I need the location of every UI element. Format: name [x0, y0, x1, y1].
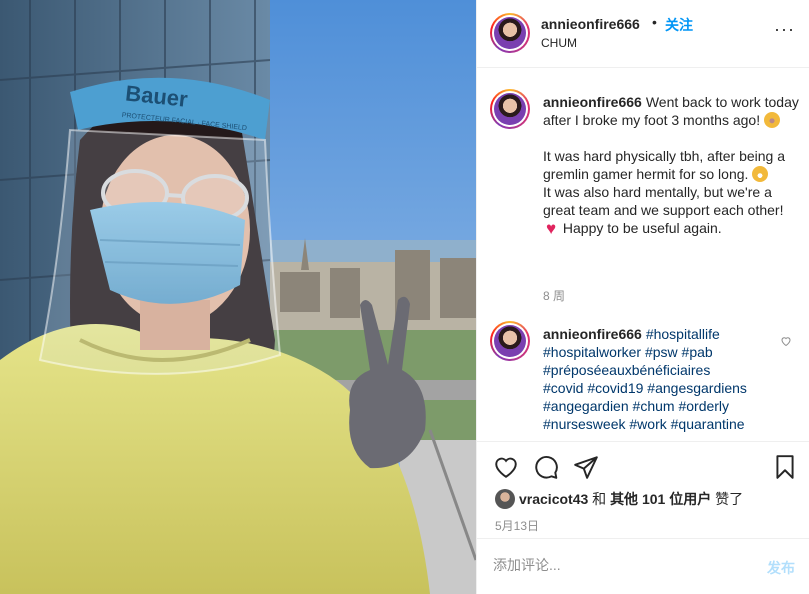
sweat-smile-emoji-icon: [752, 166, 769, 182]
post-header: annieonfire666 • 关注 CHUM ···: [477, 0, 809, 68]
hashtag-link[interactable]: #nursesweek: [543, 416, 626, 432]
likes-and: 和: [592, 491, 607, 507]
hashtag-link[interactable]: #covid: [543, 380, 583, 396]
caption-username[interactable]: annieonfire666: [543, 94, 642, 110]
caption-text: annieonfire666 Went back to work today af…: [543, 93, 801, 237]
caption-time[interactable]: 8 周: [543, 287, 565, 304]
like-comment-heart-icon[interactable]: [780, 335, 792, 347]
hashtag-link[interactable]: #quarantine: [671, 416, 745, 432]
bookmark-icon[interactable]: [772, 454, 798, 480]
post-actions: vracicot43 和 其他 101 位用户 赞了 5月13日 发布: [477, 441, 809, 594]
caption-line-3: It was also hard mentally, but we're a g…: [543, 184, 784, 218]
scream-emoji-icon: [764, 112, 780, 128]
hashtag-link[interactable]: #hospitalworker: [543, 344, 641, 360]
likes-liked: 赞了: [715, 491, 744, 507]
author-username[interactable]: annieonfire666: [541, 16, 640, 32]
caption-avatar[interactable]: [490, 89, 530, 129]
header-separator: •: [652, 14, 657, 30]
caption-line-4: Happy to be useful again.: [562, 220, 722, 236]
post-comment-button[interactable]: 发布: [767, 558, 795, 578]
hashtag-link[interactable]: #chum: [633, 398, 675, 414]
hashtag-link[interactable]: #préposéeauxbénéficiaires: [543, 362, 710, 378]
paper-plane-icon[interactable]: [573, 454, 599, 480]
post-location[interactable]: CHUM: [541, 36, 577, 50]
post-photo[interactable]: Bauer PROTECTEUR FACIAL · FACE SHIELD: [0, 0, 476, 594]
post-side-panel: annieonfire666 • 关注 CHUM ··· annieonfire…: [476, 0, 809, 594]
add-comment-bar: 发布: [477, 538, 809, 594]
comment-bubble-icon[interactable]: [533, 454, 559, 480]
likes-summary: vracicot43 和 其他 101 位用户 赞了: [495, 489, 743, 509]
heart-outline-icon[interactable]: [493, 454, 519, 480]
hashtag-link[interactable]: #angesgardiens: [647, 380, 747, 396]
selfie-image: Bauer PROTECTEUR FACIAL · FACE SHIELD: [0, 0, 476, 594]
liker-username[interactable]: vracicot43: [519, 491, 588, 507]
hashtag-link[interactable]: #work: [629, 416, 666, 432]
hashtag-link[interactable]: #orderly: [678, 398, 729, 414]
hashtag-link[interactable]: #angegardien: [543, 398, 629, 414]
red-heart-emoji-icon: ♥: [545, 219, 557, 238]
hashtag-link[interactable]: #hospitallife: [646, 326, 720, 342]
hashtag-comment-text: annieonfire666 #hospitallife #hospitalwor…: [543, 325, 783, 433]
hashtag-comment-avatar[interactable]: [490, 321, 530, 361]
comments-list[interactable]: annieonfire666 Went back to work today af…: [477, 69, 809, 441]
author-avatar[interactable]: [490, 13, 530, 53]
hashtag-link[interactable]: #pab: [682, 344, 713, 360]
hashtag-comment-username[interactable]: annieonfire666: [543, 326, 642, 342]
more-options-icon[interactable]: ···: [774, 20, 795, 38]
liker-avatar[interactable]: [495, 489, 515, 509]
hashtag-link[interactable]: #covid19: [587, 380, 643, 396]
follow-button[interactable]: 关注: [665, 15, 693, 35]
post-date[interactable]: 5月13日: [495, 517, 539, 534]
comment-input[interactable]: [493, 557, 733, 573]
hashtag-link[interactable]: #psw: [645, 344, 678, 360]
likes-others-link[interactable]: 其他 101 位用户: [610, 491, 711, 507]
